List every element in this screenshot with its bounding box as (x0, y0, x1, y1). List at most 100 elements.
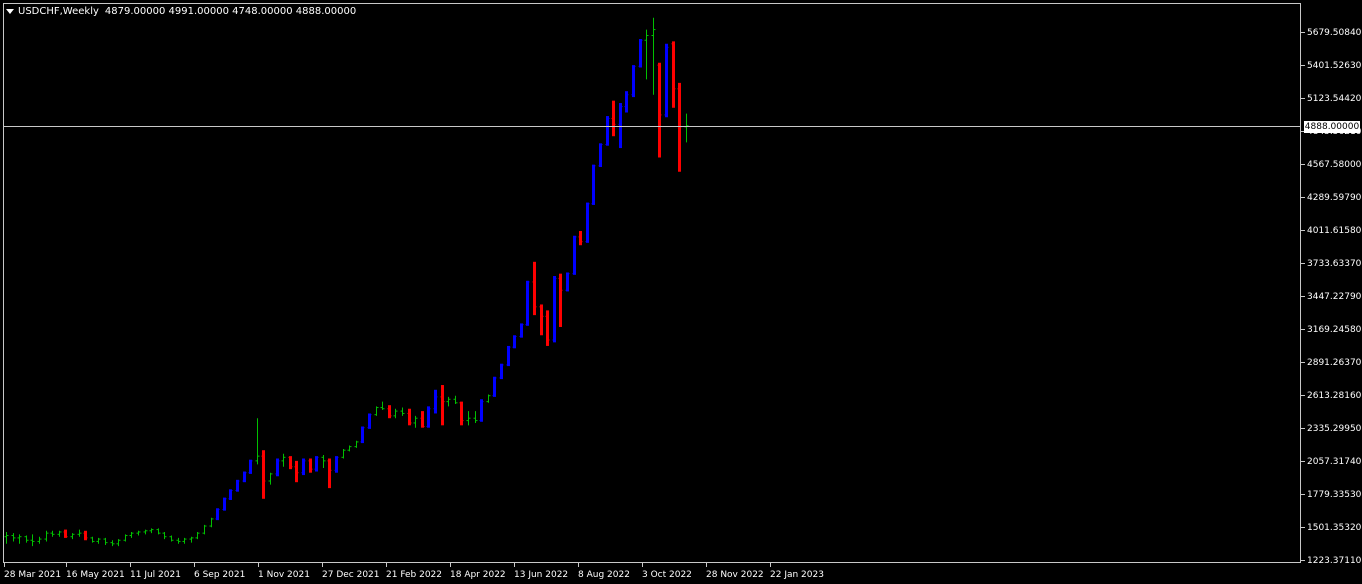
ohlc-bar (506, 345, 511, 367)
ohlc-bar (255, 418, 260, 465)
time-axis-label: 16 May 2021 (66, 570, 125, 580)
price-axis-label: 4567.58000 (1307, 160, 1362, 170)
ohlc-bar (110, 540, 115, 547)
ohlc-bar (671, 41, 676, 108)
ohlc-bar (367, 413, 372, 429)
ohlc-bar (486, 394, 491, 403)
ohlc-bar (209, 517, 214, 528)
price-chart-canvas[interactable]: 5679.508405401.526305123.544204845.56210… (0, 0, 1362, 584)
ohlc-bar (525, 280, 530, 326)
ohlc-bar (387, 405, 392, 419)
ohlc-bar (532, 261, 537, 316)
ohlc-bar (176, 537, 181, 544)
ohlc-bar (70, 533, 75, 540)
ohlc-bar (169, 535, 174, 542)
ohlc-bar (473, 411, 478, 423)
price-chart-window[interactable]: 5679.508405401.526305123.544204845.56210… (0, 0, 1362, 584)
ohlc-bar (611, 100, 616, 137)
ohlc-bars-layer (4, 17, 689, 547)
ohlc-bar (11, 533, 16, 542)
ohlc-bar (479, 399, 484, 422)
price-axis-label: 4289.59790 (1307, 193, 1362, 203)
time-axis-label: 28 Mar 2021 (4, 570, 61, 580)
price-axis-label: 2891.26370 (1307, 358, 1362, 368)
ohlc-bar (321, 454, 326, 468)
ohlc-bar (156, 528, 161, 535)
current-price-label: 4888.00000 (1304, 120, 1360, 133)
ohlc-bar (83, 530, 88, 541)
ohlc-bar (440, 385, 445, 426)
ohlc-bar (605, 116, 610, 146)
ohlc-bar (129, 531, 134, 538)
chart-menu-arrow-icon[interactable] (6, 8, 14, 14)
ohlc-bar (591, 164, 596, 205)
ohlc-bar (420, 411, 425, 428)
ohlc-bar (57, 530, 62, 537)
ohlc-bar (63, 529, 68, 538)
ohlc-bar (341, 449, 346, 459)
price-axis-label: 3733.63370 (1307, 259, 1362, 269)
ohlc-bar (466, 411, 471, 426)
ohlc-bar (426, 406, 431, 428)
price-axis-label: 3447.22790 (1307, 292, 1362, 302)
ohlc-bar (275, 458, 280, 477)
ohlc-bar (618, 103, 623, 149)
ohlc-bar (149, 528, 154, 534)
price-axis-label: 5123.54420 (1307, 94, 1362, 104)
ohlc-bar (413, 415, 418, 428)
price-axis-label: 1779.33530 (1307, 490, 1362, 500)
ohlc-bar (242, 471, 247, 483)
ohlc-bar (90, 536, 95, 543)
ohlc-bar (162, 531, 167, 540)
ohlc-bar (552, 276, 557, 343)
ohlc-bar (598, 143, 603, 168)
ohlc-bar (492, 376, 497, 397)
ohlc-bar (512, 335, 517, 349)
ohlc-bar (684, 113, 689, 143)
chart-header: USDCHF,Weekly 4879.00000 4991.00000 4748… (6, 4, 356, 18)
price-axis-label: 5679.50840 (1307, 28, 1362, 38)
price-axis-label: 5401.52630 (1307, 61, 1362, 71)
ohlc-bar (664, 43, 669, 118)
ohlc-bar (400, 407, 405, 416)
ohlc-bar (558, 273, 563, 327)
time-axis-label: 6 Sep 2021 (194, 570, 245, 580)
ohlc-bar (103, 537, 108, 545)
time-axis-label: 27 Dec 2021 (322, 570, 380, 580)
ohlc-bar (631, 65, 636, 98)
ohlc-bar (222, 497, 227, 511)
ohlc-bar (374, 406, 379, 416)
ohlc-bar (545, 310, 550, 346)
ohlc-bar (624, 91, 629, 113)
price-axis-label: 4011.61580 (1307, 226, 1362, 236)
ohlc-bar (638, 39, 643, 68)
ohlc-bar (123, 534, 128, 542)
ohlc-bar (195, 531, 200, 540)
time-axis-label: 18 Apr 2022 (450, 570, 506, 580)
time-axis-label: 8 Aug 2022 (578, 570, 630, 580)
ohlc-bar (17, 534, 22, 544)
time-axis-label: 13 Jun 2022 (514, 570, 568, 580)
ohlc-readout: 4879.00000 4991.00000 4748.00000 4888.00… (104, 5, 357, 17)
ohlc-bar (182, 537, 187, 544)
ohlc-bar (327, 458, 332, 489)
ohlc-bar (30, 534, 35, 547)
ohlc-bar (235, 479, 240, 492)
symbol-timeframe-label: USDCHF,Weekly (18, 5, 99, 17)
ohlc-bar (347, 445, 352, 452)
price-axis-label: 1501.35320 (1307, 523, 1362, 533)
price-axis-label: 2335.29950 (1307, 424, 1362, 434)
ohlc-bar (4, 531, 9, 544)
ohlc-bar (651, 17, 656, 95)
price-axis-label: 1223.37110 (1307, 556, 1362, 566)
ohlc-bar (519, 323, 524, 338)
time-axis-label: 21 Feb 2022 (386, 570, 442, 580)
ohlc-bar (50, 530, 55, 537)
ohlc-bar (314, 456, 319, 472)
ohlc-bar (96, 537, 101, 544)
ohlc-bar (301, 458, 306, 476)
ohlc-bar (433, 389, 438, 414)
ohlc-bar (393, 408, 398, 419)
ohlc-bar (37, 536, 42, 544)
time-axis-label: 28 Nov 2022 (706, 570, 764, 580)
